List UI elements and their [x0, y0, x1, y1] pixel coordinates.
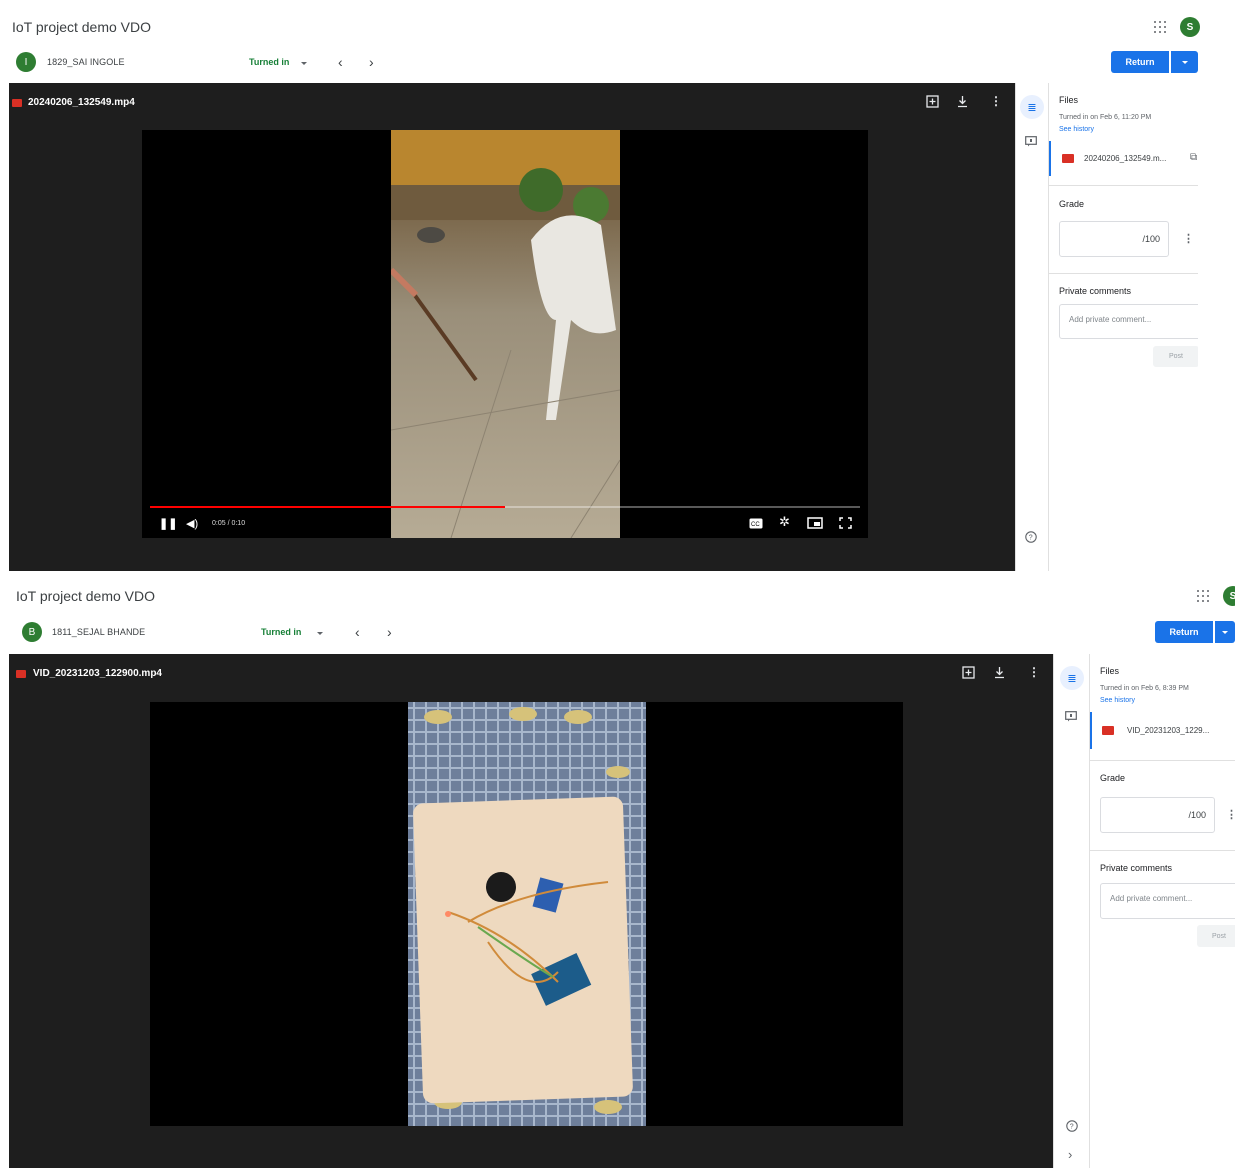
video-frame [408, 702, 646, 1126]
attached-file[interactable]: 20240206_132549.m... ⧉ [1049, 141, 1198, 176]
assignment-title: IoT project demo VDO [12, 19, 152, 35]
divider [1090, 760, 1235, 761]
file-viewer: VID_20231203_122900.mp4 ⋮ [9, 654, 1053, 1168]
volume-icon[interactable]: ◀) [186, 517, 198, 530]
grade-heading: Grade [1100, 773, 1126, 783]
return-button[interactable]: Return [1111, 51, 1169, 73]
student-avatar: B [22, 622, 42, 642]
private-comment-input[interactable]: Add private comment... [1059, 304, 1198, 339]
divider [1090, 850, 1235, 851]
viewer-file-title: VID_20231203_122900.mp4 [33, 668, 162, 679]
apps-grid-icon[interactable] [1154, 21, 1166, 33]
turned-in-time: Turned in on Feb 6, 11:20 PM [1059, 114, 1152, 121]
grade-heading: Grade [1059, 199, 1085, 209]
video-file-icon [16, 670, 26, 678]
captions-icon[interactable]: CC [749, 516, 763, 534]
download-icon[interactable] [993, 666, 1006, 682]
details-panel: Files Turned in on Feb 6, 8:39 PM See hi… [1089, 654, 1235, 1168]
account-avatar[interactable]: S [1180, 17, 1200, 37]
turned-in-time: Turned in on Feb 6, 8:39 PM [1100, 685, 1189, 692]
see-history-link[interactable]: See history [1059, 126, 1094, 133]
student-dropdown-icon[interactable] [317, 632, 323, 635]
pause-icon[interactable]: ❚❚ [159, 517, 177, 530]
details-panel: Files Turned in on Feb 6, 11:20 PM See h… [1048, 83, 1198, 571]
attached-file[interactable]: VID_20231203_1229... [1090, 712, 1235, 749]
assignment-title: IoT project demo VDO [16, 588, 156, 604]
miniplayer-icon[interactable] [807, 516, 823, 534]
grade-input[interactable]: /100 [1100, 797, 1215, 833]
viewer-file-title: 20240206_132549.mp4 [28, 97, 135, 108]
attached-file-name: VID_20231203_1229... [1127, 726, 1210, 735]
add-to-drive-icon[interactable] [962, 666, 975, 682]
grade-more-icon[interactable]: ⋮ [1226, 808, 1235, 821]
student-name[interactable]: 1829_SAI INGOLE [47, 57, 125, 67]
post-button[interactable]: Post [1197, 925, 1235, 947]
svg-text:?: ? [1029, 535, 1033, 542]
status-badge: Turned in [249, 57, 290, 67]
private-comment-input[interactable]: Add private comment... [1100, 883, 1235, 919]
fullscreen-icon[interactable] [839, 516, 852, 534]
grading-screen-2: IoT project demo VDO S B 1811_SEJAL BHAN… [0, 571, 1235, 1168]
add-to-drive-icon[interactable] [926, 95, 939, 111]
see-history-link[interactable]: See history [1100, 697, 1135, 704]
details-icon[interactable]: ≣ [1060, 666, 1084, 690]
download-icon[interactable] [956, 95, 969, 111]
side-rail: ≣ ? › [1053, 654, 1089, 1168]
divider [1049, 185, 1198, 186]
status-badge: Turned in [261, 627, 302, 637]
student-dropdown-icon[interactable] [301, 62, 307, 65]
progress-bar[interactable] [150, 506, 860, 508]
video-file-icon [1102, 726, 1114, 735]
help-icon[interactable]: ? [1025, 531, 1037, 546]
files-heading: Files [1059, 95, 1079, 105]
side-rail: ≣ ? [1015, 83, 1048, 571]
details-icon[interactable]: ≣ [1020, 95, 1044, 119]
more-vert-icon[interactable]: ⋮ [1028, 665, 1040, 679]
files-heading: Files [1100, 666, 1120, 676]
chevron-down-icon [1222, 631, 1228, 634]
video-player[interactable]: ❚❚ ◀) 0:05 / 0:10 CC ✲ [142, 130, 868, 538]
video-file-icon [1062, 154, 1074, 163]
return-button[interactable]: Return [1155, 621, 1213, 643]
chevron-right-icon[interactable]: › [1068, 1147, 1072, 1162]
return-dropdown-button[interactable] [1214, 621, 1235, 643]
svg-text:?: ? [1070, 1124, 1074, 1131]
video-player[interactable] [150, 702, 903, 1126]
chevron-left-icon[interactable]: ‹ [355, 624, 360, 640]
private-comments-heading: Private comments [1100, 863, 1173, 873]
account-avatar[interactable]: S [1223, 586, 1235, 606]
student-name[interactable]: 1811_SEJAL BHANDE [52, 627, 145, 637]
grading-screen-1: IoT project demo VDO S I 1829_SAI INGOLE… [0, 0, 1235, 571]
divider [1049, 273, 1198, 274]
more-vert-icon[interactable]: ⋮ [990, 94, 1002, 108]
apps-grid-icon[interactable] [1197, 590, 1209, 602]
progress-fill [150, 506, 505, 508]
open-in-new-icon[interactable]: ⧉ [1190, 152, 1197, 163]
playback-time: 0:05 / 0:10 [212, 520, 246, 527]
video-frame [391, 130, 620, 538]
svg-text:CC: CC [751, 522, 760, 528]
settings-icon[interactable]: ✲ [779, 514, 790, 530]
chevron-right-icon[interactable]: › [387, 624, 392, 640]
file-viewer: 20240206_132549.mp4 ⋮ ❚❚ ◀) 0:05 / 0:10 … [9, 83, 1015, 571]
header: IoT project demo VDO S I 1829_SAI INGOLE… [0, 0, 1235, 82]
private-comments-heading: Private comments [1059, 286, 1132, 296]
chevron-down-icon [1181, 61, 1188, 64]
comment-icon[interactable] [1065, 711, 1077, 725]
student-avatar: I [16, 52, 36, 72]
chevron-right-icon[interactable]: › [369, 54, 374, 70]
attached-file-name: 20240206_132549.m... [1084, 154, 1167, 163]
grade-input[interactable]: /100 [1059, 221, 1169, 257]
post-button[interactable]: Post [1153, 346, 1198, 367]
video-file-icon [12, 99, 22, 107]
grade-more-icon[interactable]: ⋮ [1183, 232, 1194, 245]
help-icon[interactable]: ? [1066, 1120, 1078, 1135]
comment-icon[interactable] [1025, 136, 1037, 150]
header: IoT project demo VDO S B 1811_SEJAL BHAN… [0, 571, 1235, 653]
return-dropdown-button[interactable] [1170, 51, 1198, 73]
chevron-left-icon[interactable]: ‹ [338, 54, 343, 70]
